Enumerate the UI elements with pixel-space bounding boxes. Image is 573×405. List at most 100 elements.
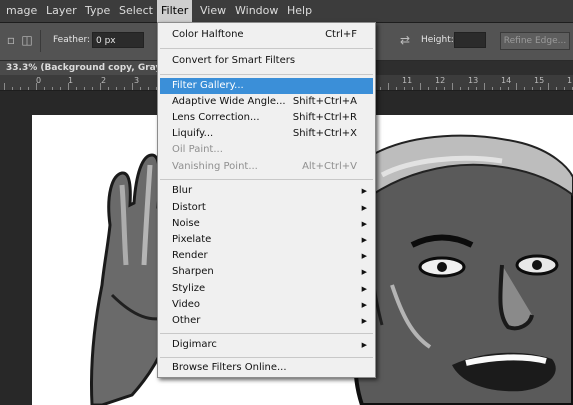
menu-filter[interactable]: Filter [157, 0, 193, 22]
ruler-tick [132, 83, 133, 90]
menu-item-label: Convert for Smart Filters [172, 55, 296, 66]
menu-item-distort[interactable]: Distort ▶ [160, 200, 373, 216]
menu-item-label: Video [172, 299, 201, 310]
ruler-tick [404, 87, 405, 90]
menu-item-vanishing-point: Vanishing Point... Alt+Ctrl+V [160, 159, 373, 175]
selection-mode-icon[interactable]: ▫ [4, 33, 18, 47]
ruler-label: 15 [534, 76, 545, 85]
feather-input[interactable]: 0 px [92, 32, 144, 48]
menu-item-label: Lens Correction... [172, 112, 260, 123]
menu-item-label: Color Halftone [172, 29, 244, 40]
submenu-arrow-icon: ▶ [361, 236, 367, 244]
menu-item-label: Pixelate [172, 234, 212, 245]
menu-item-liquify[interactable]: Liquify... Shift+Ctrl+X [160, 126, 373, 142]
swap-icon[interactable]: ⇄ [398, 33, 412, 47]
subtract-selection-icon[interactable]: ◫ [20, 33, 34, 47]
menu-bar: mage Layer Type Select Filter View Windo… [0, 0, 573, 23]
feather-label: Feather: [53, 35, 91, 45]
menu-item-color-halftone[interactable]: Color Halftone Ctrl+F [160, 27, 373, 43]
ruler-tick [428, 87, 429, 90]
menu-item-label: Distort [172, 202, 206, 213]
height-input[interactable] [454, 32, 486, 48]
ruler-tick [524, 87, 525, 90]
menu-item-convert-smart-filters[interactable]: Convert for Smart Filters [160, 53, 373, 69]
ruler-tick [92, 87, 93, 90]
menu-item-adaptive-wide-angle[interactable]: Adaptive Wide Angle... Shift+Ctrl+A [160, 94, 373, 110]
ruler-tick [148, 87, 149, 90]
ruler-tick [532, 87, 533, 90]
menu-item-label: Other [172, 315, 201, 326]
menu-view[interactable]: View [196, 0, 230, 22]
ruler-tick [12, 87, 13, 90]
submenu-arrow-icon: ▶ [361, 317, 367, 325]
face-image [348, 134, 573, 405]
menu-item-digimarc[interactable]: Digimarc ▶ [160, 337, 373, 353]
ruler-tick [100, 83, 101, 90]
ruler-tick [44, 87, 45, 90]
menu-item-shortcut: Shift+Ctrl+X [292, 128, 357, 139]
menu-layer[interactable]: Layer [42, 0, 81, 22]
menu-item-label: Noise [172, 218, 200, 229]
menu-item-browse-filters-online[interactable]: Browse Filters Online... [160, 360, 373, 376]
menu-image[interactable]: mage [2, 0, 41, 22]
document-tab[interactable]: 33.3% (Background copy, Gray/8 [0, 61, 165, 75]
submenu-arrow-icon: ▶ [361, 341, 367, 349]
ruler-tick [52, 87, 53, 90]
ruler-label: 14 [501, 76, 512, 85]
menu-item-pixelate[interactable]: Pixelate ▶ [160, 232, 373, 248]
menu-item-filter-gallery[interactable]: Filter Gallery... [160, 78, 373, 94]
menu-item-shortcut: Alt+Ctrl+V [302, 161, 357, 172]
ruler-tick [60, 87, 61, 90]
menu-item-other[interactable]: Other ▶ [160, 313, 373, 329]
ruler-tick [508, 87, 509, 90]
menu-separator [160, 333, 373, 334]
menu-item-noise[interactable]: Noise ▶ [160, 216, 373, 232]
submenu-arrow-icon: ▶ [361, 220, 367, 228]
ruler-label: 11 [402, 76, 413, 85]
ruler-tick [484, 83, 485, 90]
menu-item-label: Browse Filters Online... [172, 362, 287, 373]
menu-item-shortcut: Ctrl+F [325, 29, 357, 40]
menu-item-label: Digimarc [172, 339, 217, 350]
menu-separator [160, 48, 373, 49]
submenu-arrow-icon: ▶ [361, 252, 367, 260]
menu-item-oil-paint: Oil Paint... [160, 142, 373, 158]
menu-item-blur[interactable]: Blur ▶ [160, 183, 373, 199]
menu-help[interactable]: Help [283, 0, 316, 22]
ruler-tick [20, 87, 21, 90]
ruler-tick [556, 87, 557, 90]
filter-dropdown-menu: Color Halftone Ctrl+F Convert for Smart … [157, 22, 376, 378]
ruler-tick [116, 87, 117, 90]
menu-item-sharpen[interactable]: Sharpen ▶ [160, 264, 373, 280]
ruler-tick [492, 87, 493, 90]
menu-item-label: Filter Gallery... [172, 80, 244, 91]
ruler-tick [124, 87, 125, 90]
submenu-arrow-icon: ▶ [361, 285, 367, 293]
menu-item-label: Vanishing Point... [172, 161, 258, 172]
menu-item-video[interactable]: Video ▶ [160, 297, 373, 313]
menu-window[interactable]: Window [231, 0, 282, 22]
menu-item-render[interactable]: Render ▶ [160, 248, 373, 264]
menu-separator [160, 179, 373, 180]
menu-type[interactable]: Type [81, 0, 114, 22]
ruler-label: 13 [468, 76, 479, 85]
menu-item-label: Adaptive Wide Angle... [172, 96, 286, 107]
ruler-tick [436, 87, 437, 90]
ruler-label: 2 [101, 76, 107, 85]
ruler-tick [388, 83, 389, 90]
ruler-tick [412, 87, 413, 90]
menu-select[interactable]: Select [115, 0, 157, 22]
ruler-tick [468, 87, 469, 90]
menu-item-stylize[interactable]: Stylize ▶ [160, 281, 373, 297]
menu-item-label: Stylize [172, 283, 206, 294]
ruler-tick [140, 87, 141, 90]
height-label: Height: [421, 35, 454, 45]
ruler-tick [500, 87, 501, 90]
ruler-tick [444, 87, 445, 90]
menu-item-lens-correction[interactable]: Lens Correction... Shift+Ctrl+R [160, 110, 373, 126]
menu-separator [160, 357, 373, 358]
ruler-tick [84, 87, 85, 90]
menu-item-label: Liquify... [172, 128, 214, 139]
refine-edge-button[interactable]: Refine Edge... [500, 32, 570, 50]
ruler-tick [68, 83, 69, 90]
